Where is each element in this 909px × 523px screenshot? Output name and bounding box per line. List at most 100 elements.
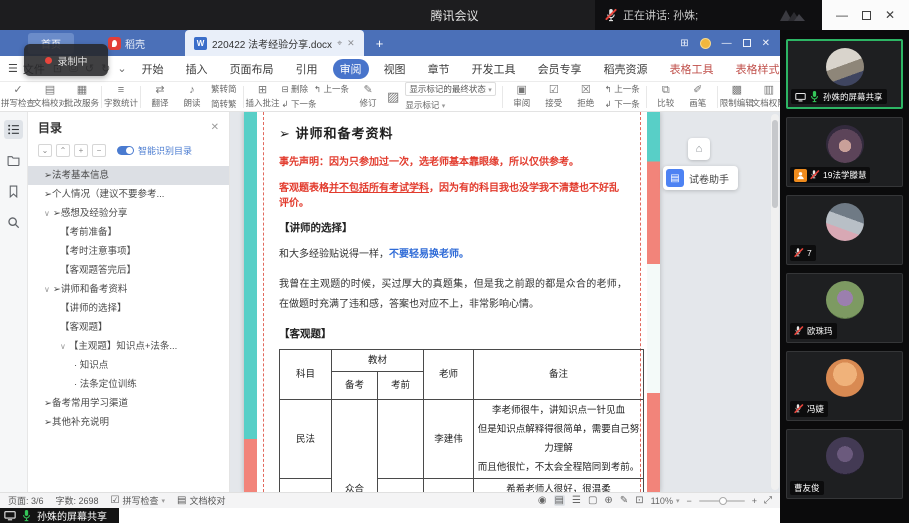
chevron-down-icon[interactable]: ∨	[44, 285, 50, 294]
spellcheck-button[interactable]: ✓拼写检查	[5, 85, 31, 109]
simp-to-trad-button[interactable]: 简转繁	[211, 98, 237, 110]
compare-button[interactable]: ⧉比较	[653, 85, 679, 109]
proofread-button[interactable]: ▤文档校对	[37, 85, 63, 109]
zoom-level[interactable]: 110%▾	[651, 496, 680, 506]
participant-tile[interactable]: 欧珠玛	[786, 273, 903, 343]
toc-item[interactable]: ∨➢感想及经验分享	[28, 204, 229, 223]
next-change-button[interactable]: ↲ 下一条	[605, 98, 640, 110]
eye-protect-icon[interactable]: ◉	[538, 495, 547, 506]
wordcount-indicator[interactable]: 字数: 2698	[56, 494, 99, 507]
chevron-down-icon[interactable]: ∨	[44, 209, 50, 218]
pin-icon[interactable]: ⌖	[337, 38, 342, 49]
toc-item[interactable]: 【考前准备】	[28, 223, 229, 242]
integration-grid-icon[interactable]: ⊞	[680, 38, 688, 49]
maximize-button[interactable]	[862, 11, 871, 20]
toc-close-icon[interactable]: ✕	[211, 122, 219, 133]
view-web-icon[interactable]: ▢	[588, 495, 597, 506]
member-icon[interactable]	[700, 38, 711, 49]
grading-button[interactable]: ▦批改服务	[69, 85, 95, 109]
participant-tile[interactable]: 19法学滕慧	[786, 117, 903, 187]
tab-close-icon[interactable]: ✕	[347, 38, 355, 49]
menu-tab-layout[interactable]: 页面布局	[223, 59, 281, 79]
prev-comment-button[interactable]: ↰ 上一条	[314, 83, 349, 95]
toc-expand-all-button[interactable]: ⌄	[38, 144, 52, 157]
show-markup-dropdown[interactable]: 显示标记 ▾	[405, 99, 495, 111]
restrict-edit-button[interactable]: ▩限制编辑	[724, 85, 750, 109]
zoom-out-button[interactable]: −	[686, 496, 691, 506]
view-outline-icon[interactable]: ☰	[572, 495, 581, 506]
menu-tab-insert[interactable]: 插入	[179, 59, 215, 79]
view-page-icon[interactable]: ▤	[554, 495, 565, 506]
fit-page-icon[interactable]: ⊡	[635, 495, 643, 506]
menu-tab-review[interactable]: 审阅	[333, 59, 369, 79]
exam-assistant-button[interactable]: ▤ 试卷助手	[663, 166, 738, 190]
wps-close-button[interactable]: ✕	[762, 38, 770, 49]
review-pane-button[interactable]: ▣审阅	[509, 85, 535, 109]
statusbar-proofread[interactable]: ▤ 文档校对	[177, 494, 225, 507]
statusbar-spellcheck[interactable]: ☑ 拼写检查 ▾	[111, 494, 166, 507]
screen-share-banner[interactable]: 孙姝的屏幕共享	[0, 508, 119, 523]
menu-tab-devtools[interactable]: 开发工具	[465, 59, 523, 79]
toc-item[interactable]: ➢法考基本信息	[28, 166, 229, 185]
document-page[interactable]: ➢ 讲师和备考资料 事先声明：因为只参加过一次，选老师基本靠眼缘，所以仅供参考。…	[244, 112, 660, 492]
readaloud-button[interactable]: ♪朗读	[179, 85, 205, 109]
toc-item[interactable]: ∨【主观题】知识点+法条...	[28, 337, 229, 356]
zoom-slider-knob[interactable]	[719, 497, 727, 505]
insert-comment-button[interactable]: ⊞插入批注	[250, 85, 276, 109]
toc-item[interactable]: 【讲师的选择】	[28, 299, 229, 318]
menu-tab-table-tools[interactable]: 表格工具	[663, 59, 721, 79]
translate-button[interactable]: ⇄翻译	[147, 85, 173, 109]
toc-zoom-out-button[interactable]: −	[92, 144, 106, 157]
quick-caret-icon[interactable]: ⌄	[117, 62, 126, 75]
toc-item[interactable]: 【客观题】	[28, 318, 229, 337]
delete-comment-button[interactable]: ⊟ 删除	[282, 83, 309, 95]
bookmark-icon[interactable]	[4, 182, 23, 201]
next-comment-button[interactable]: ↲ 下一条	[282, 98, 317, 110]
wps-maximize-button[interactable]	[743, 39, 751, 47]
smart-toc-toggle[interactable]	[117, 146, 134, 155]
float-tool-button[interactable]: ⌂	[688, 138, 710, 160]
menu-tab-member[interactable]: 会员专享	[531, 59, 589, 79]
pen-button[interactable]: ✐画笔	[685, 85, 711, 109]
toc-collapse-all-button[interactable]: ⌃	[56, 144, 70, 157]
toc-item[interactable]: · 法条定位训练	[28, 375, 229, 394]
toc-item[interactable]: ➢其他补充说明	[28, 413, 229, 432]
zoom-slider[interactable]	[699, 500, 745, 502]
tab-document[interactable]: W 220422 法考经验分享.docx ⌖ ✕	[185, 30, 364, 56]
track-changes-button[interactable]: ✎修订	[355, 85, 381, 109]
menu-tab-docer[interactable]: 稻壳资源	[597, 59, 655, 79]
accept-button[interactable]: ☑接受	[541, 85, 567, 109]
wordcount-button[interactable]: ≡字数统计	[108, 85, 134, 109]
toc-panel-icon[interactable]	[4, 120, 23, 139]
toc-item[interactable]: ➢备考常用学习渠道	[28, 394, 229, 413]
participant-tile[interactable]: 曹友俊	[786, 429, 903, 499]
folder-icon[interactable]	[4, 151, 23, 170]
menu-tab-view[interactable]: 视图	[377, 59, 413, 79]
toc-item[interactable]: 【客观题答完后】	[28, 261, 229, 280]
toc-item[interactable]: ➢个人情况（建议不要参考...	[28, 185, 229, 204]
participant-tile[interactable]: 冯婕	[786, 351, 903, 421]
toc-item[interactable]: · 知识点	[28, 356, 229, 375]
toc-item[interactable]: 【考时注意事项】	[28, 242, 229, 261]
trad-to-simp-button[interactable]: 繁转简	[211, 83, 237, 95]
tab-docer[interactable]: 稻壳	[108, 36, 145, 51]
prev-change-button[interactable]: ↰ 上一条	[605, 83, 640, 95]
toc-zoom-in-button[interactable]: +	[74, 144, 88, 157]
search-icon[interactable]	[4, 213, 23, 232]
markup-state-dropdown[interactable]: 显示标记的最终状态 ▾	[405, 82, 495, 96]
view-reader-icon[interactable]: ⊕	[604, 495, 612, 506]
minimize-button[interactable]: —	[836, 8, 848, 22]
participant-tile[interactable]: 7	[786, 195, 903, 265]
wps-minimize-button[interactable]: —	[722, 38, 732, 49]
doc-scrollbar[interactable]	[771, 114, 779, 490]
reject-button[interactable]: ☒拒绝	[573, 85, 599, 109]
zoom-in-button[interactable]: +	[752, 496, 757, 506]
menu-tab-table-style[interactable]: 表格样式	[729, 59, 780, 79]
view-pen-icon[interactable]: ✎	[620, 495, 628, 506]
fullscreen-icon[interactable]: ⤢	[764, 495, 772, 506]
doc-permission-button[interactable]: ▥文档权限	[756, 85, 780, 109]
chevron-down-icon[interactable]: ∨	[60, 342, 66, 351]
participant-tile[interactable]: 孙姝的屏幕共享	[786, 39, 903, 109]
close-button[interactable]: ✕	[885, 8, 895, 22]
toc-item[interactable]: ∨➢讲师和备考资料	[28, 280, 229, 299]
